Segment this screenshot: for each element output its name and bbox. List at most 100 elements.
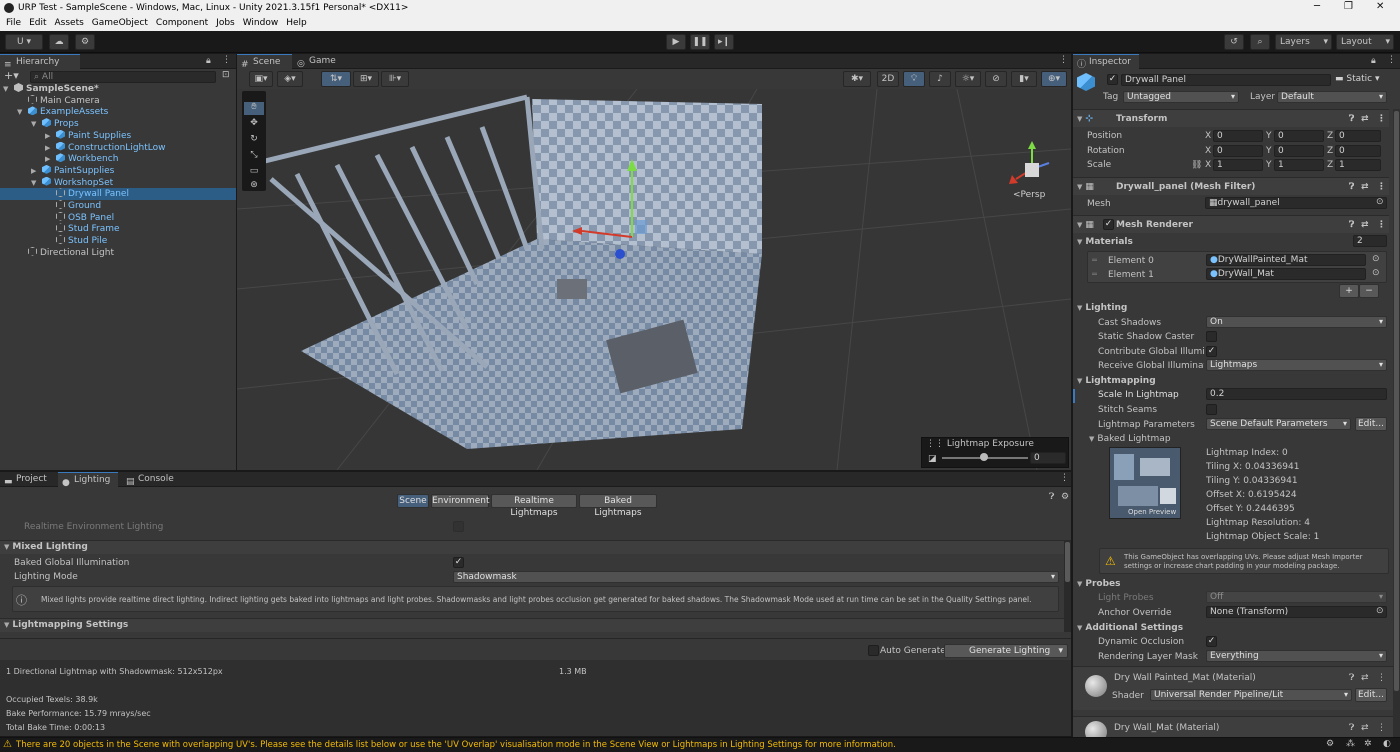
exposure-value-field[interactable]: 0 [1030, 452, 1066, 464]
baked-lightmap-foldout[interactable]: ▼ Baked Lightmap [1089, 434, 1171, 444]
rendering-layer-mask-dropdown[interactable]: Everything [1206, 650, 1387, 662]
stitch-seams-checkbox[interactable] [1206, 404, 1217, 415]
lightmap-params-edit-button[interactable]: Edit... [1355, 417, 1387, 431]
inspector-scrollbar[interactable] [1393, 109, 1400, 737]
hand-tool-icon[interactable]: ✋︎ [244, 102, 264, 115]
kebab-menu-icon[interactable]: ⋮ [1059, 55, 1068, 65]
kebab-menu-icon[interactable]: ⋮ [1377, 178, 1386, 196]
materials-count-field[interactable]: 2 [1353, 235, 1387, 247]
kebab-menu-icon[interactable]: ⋮ [1377, 216, 1386, 234]
expanded-arrow-icon[interactable]: ▼ [17, 106, 22, 118]
preset-icon[interactable]: ⇄ [1361, 178, 1369, 196]
mesh-renderer-enabled-checkbox[interactable]: ✓ [1103, 219, 1114, 230]
minimize-icon[interactable]: ─ [1314, 1, 1320, 12]
layers-dropdown[interactable]: Layers ▾ [1275, 34, 1332, 50]
subtab-scene[interactable]: Scene [397, 494, 429, 508]
gizmos-icon[interactable]: ⊕▾ [1041, 71, 1067, 87]
collapsed-arrow-icon[interactable]: ▶ [45, 142, 50, 154]
receive-gi-dropdown[interactable]: Lightmaps [1206, 359, 1387, 371]
effects-icon[interactable]: ☼▾ [955, 71, 981, 87]
tab-hierarchy[interactable]: ≡ Hierarchy [0, 54, 80, 70]
scene-camera-icon[interactable]: ▮▾ [1011, 71, 1037, 87]
menu-window[interactable]: Window [243, 16, 279, 31]
camera-icon[interactable]: ✱▾ [843, 71, 871, 87]
maximize-icon[interactable]: ❐ [1344, 1, 1353, 12]
kebab-menu-icon[interactable]: ⋮ [222, 55, 231, 65]
hierarchy-item[interactable]: Directional Light [0, 246, 236, 259]
hierarchy-search-input[interactable]: ⌕ All [30, 71, 216, 83]
search-icon[interactable]: ⌕ [1250, 34, 1270, 50]
lock-icon[interactable]: 🔒︎ [1371, 56, 1376, 66]
transform-scale-z-field[interactable]: 1 [1335, 159, 1381, 171]
move-snap-icon[interactable]: ⇅▾ [321, 71, 351, 87]
kebab-menu-icon[interactable]: ⋮ [1377, 723, 1386, 733]
kebab-menu-icon[interactable]: ⋮ [1060, 473, 1069, 483]
kebab-menu-icon[interactable]: ⋮ [1377, 673, 1386, 683]
preset-icon[interactable]: ⇄ [1361, 723, 1369, 733]
tab-console[interactable]: ▤ Console [122, 472, 182, 487]
preset-icon[interactable]: ⇄ [1361, 216, 1369, 234]
menu-edit[interactable]: Edit [29, 16, 46, 31]
cast-shadows-dropdown[interactable]: On [1206, 316, 1387, 328]
menu-gameobject[interactable]: GameObject [92, 16, 148, 31]
hierarchy-item[interactable]: Main Camera [0, 94, 236, 107]
grid-snap-icon[interactable]: ⊞▾ [353, 71, 379, 87]
transform-position-y-field[interactable]: 0 [1274, 130, 1324, 142]
help-icon[interactable]: ❓︎ [1349, 110, 1354, 128]
baked-lightmap-preview[interactable]: Open Preview [1109, 447, 1181, 519]
hierarchy-item[interactable]: ▼ ExampleAssets [0, 106, 236, 118]
tab-project[interactable]: ▬ Project [0, 472, 56, 487]
menu-jobs[interactable]: Jobs [216, 16, 235, 31]
static-toggle[interactable]: ▬ Static ▾ [1335, 74, 1380, 84]
transform-position-x-field[interactable]: 0 [1213, 130, 1263, 142]
hierarchy-item[interactable]: ▶ PaintSupplies [0, 164, 236, 177]
hierarchy-item[interactable]: ▶ ConstructionLightLow [0, 141, 236, 154]
subtab-environment[interactable]: Environment [431, 494, 489, 508]
tab-scene[interactable]: # Scene [237, 54, 292, 70]
settings-icon[interactable]: ⚙ [1061, 492, 1069, 502]
add-material-button[interactable]: + [1339, 284, 1359, 298]
expanded-arrow-icon[interactable]: ▼ [31, 177, 36, 189]
hierarchy-item[interactable]: OSB Panel [0, 211, 236, 224]
cloud-icon[interactable]: ☁ [49, 34, 69, 50]
transform-scale-x-field[interactable]: 1 [1213, 159, 1263, 171]
expanded-arrow-icon[interactable]: ▼ [3, 83, 8, 95]
hierarchy-item[interactable]: ▼ Props [0, 118, 236, 130]
help-icon[interactable]: ❓︎ [1049, 492, 1054, 502]
generate-lighting-button[interactable]: Generate Lighting ▾ [944, 644, 1068, 658]
subtab-baked-lightmaps[interactable]: Baked Lightmaps [579, 494, 657, 518]
layout-dropdown[interactable]: Layout ▾ [1336, 34, 1394, 50]
transform-scale-y-field[interactable]: 1 [1274, 159, 1324, 171]
hierarchy-item[interactable]: ▼ SampleScene* [0, 83, 236, 95]
collab-icon[interactable]: ⚙ [75, 34, 95, 50]
object-picker-icon[interactable]: ⊙ [1372, 254, 1380, 264]
expanded-arrow-icon[interactable]: ▼ [31, 118, 36, 130]
baked-gi-checkbox[interactable]: ✓ [453, 557, 464, 568]
active-checkbox[interactable]: ✓ [1107, 74, 1118, 85]
help-icon[interactable]: ❓︎ [1349, 178, 1354, 196]
progress-icon[interactable]: ⚙ [1326, 739, 1334, 749]
lightmap-params-dropdown[interactable]: Scene Default Parameters [1206, 418, 1351, 430]
draw-mode-icon[interactable]: ▣▾ [249, 71, 273, 87]
help-icon[interactable]: ❓︎ [1349, 216, 1354, 234]
debug-icon[interactable]: ✲ [1364, 739, 1372, 749]
menu-assets[interactable]: Assets [55, 16, 84, 31]
hierarchy-item[interactable]: ▶ Paint Supplies [0, 129, 236, 142]
tab-lighting[interactable]: ● Lighting [58, 472, 118, 488]
account-button[interactable]: U ▾ [5, 34, 43, 50]
step-icon[interactable]: ▸❙ [714, 34, 734, 50]
shader-dropdown[interactable]: Universal Render Pipeline/Lit [1150, 689, 1352, 701]
transform-rotation-y-field[interactable]: 0 [1274, 144, 1324, 157]
kebab-menu-icon[interactable]: ⋮ [1377, 110, 1386, 128]
lighting-foldout[interactable]: ▼ Lighting [1077, 303, 1127, 313]
increment-snap-icon[interactable]: ⊪▾ [381, 71, 409, 87]
menu-component[interactable]: Component [156, 16, 208, 31]
object-name-field[interactable]: Drywall Panel [1121, 74, 1331, 86]
hierarchy-item[interactable]: ▼ WorkshopSet [0, 176, 236, 189]
lightmapping-foldout[interactable]: ▼ Lightmapping [1077, 376, 1156, 386]
object-picker-icon[interactable]: ⊙ [1376, 197, 1384, 207]
menu-file[interactable]: File [6, 16, 21, 31]
static-shadow-caster-checkbox[interactable] [1206, 331, 1217, 342]
element-1-field[interactable]: ●DryWall_Mat [1206, 268, 1366, 280]
transform-rotation-x-field[interactable]: 0 [1213, 144, 1263, 157]
